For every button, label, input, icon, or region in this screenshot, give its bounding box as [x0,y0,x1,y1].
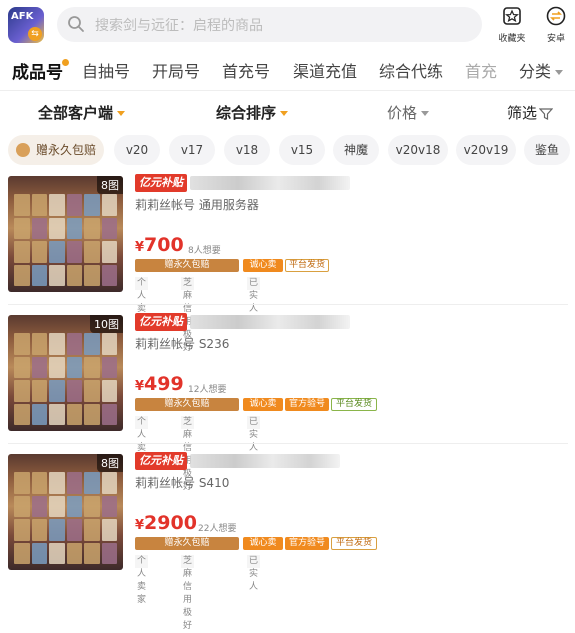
sincere-badge: 诚心卖 [243,398,283,411]
chevron-down-icon [421,111,430,116]
tab-self-draw[interactable]: 自抽号 [82,58,130,82]
tag-v18[interactable]: v18 [224,135,270,165]
tag-v17[interactable]: v17 [169,135,215,165]
seller-tag: 已实人 [247,416,261,453]
listing-item[interactable]: 8图 亿元补贴 莉莉丝帐号 通用服务器 ¥700 8人想要 赠永久包赔 诚心卖 … [8,174,568,353]
blurred-title [190,454,340,468]
listing-item[interactable]: 10图 亿元补贴 莉莉丝帐号 S236 ¥499 12人想要 赠永久包赔 诚心卖… [8,313,568,492]
platform-ship-badge: 平台发货 [331,537,377,550]
tag-v20v19[interactable]: v20v19 [456,135,516,165]
insurance-badge: 赠永久包赔 [135,398,239,411]
search-input[interactable] [93,7,477,44]
listing-price: ¥700 [135,234,184,256]
star-box-icon [503,7,521,25]
want-count: 22人想要 [198,524,237,534]
client-filter[interactable]: 全部客户端 [38,102,126,123]
funnel-icon [538,107,554,120]
seller-tag: 芝麻信用极好 [181,416,195,492]
category-tabs: 成品号 自抽号 开局号 首充号 渠道充值 综合代练 首充 分类 [0,52,575,86]
tab-first-charge-2[interactable]: 首充 [465,58,497,82]
subsidy-badge: 亿元补贴 [135,313,187,331]
tag-v20[interactable]: v20 [114,135,160,165]
seller-tag: 已实人 [247,555,261,592]
favorites-label: 收藏夹 [498,34,526,44]
listing-thumbnail[interactable]: 8图 [8,176,123,292]
tab-finished-account[interactable]: 成品号 [12,58,69,83]
search-icon [68,16,84,32]
platform-switch-icon [546,6,566,26]
tag-v15[interactable]: v15 [279,135,325,165]
top-bar: AFK ⇆ 收藏夹 安卓 [0,0,575,50]
price-filter[interactable]: 价格 [387,102,430,123]
seller-tag: 个人卖家 [135,277,149,327]
blurred-title [190,176,350,190]
official-check-badge: 官方验号 [285,537,329,550]
sort-filter[interactable]: 综合排序 [216,102,289,123]
subsidy-badge: 亿元补贴 [135,452,187,470]
search-bar[interactable] [57,7,482,44]
image-count: 8图 [97,176,123,194]
tag-v20v18[interactable]: v20v18 [388,135,448,165]
shield-icon [15,142,30,157]
tag-shenmo[interactable]: 神魔 [333,135,379,165]
tab-starter[interactable]: 开局号 [152,58,200,82]
image-count: 10图 [90,315,123,333]
seller-tag: 个人卖家 [135,416,149,466]
image-count: 8图 [97,454,123,472]
listing-title: 莉莉丝帐号 S236 [135,337,230,351]
insurance-badge: 赠永久包赔 [135,259,239,272]
platform-label: 安卓 [546,34,565,44]
category-menu-button[interactable]: 分类 [519,58,563,82]
listing-title: 莉莉丝帐号 通用服务器 [135,198,259,212]
tag-filters: 赠永久包赔 v20 v17 v18 v15 神魔 v20v18 v20v19 鉴… [0,135,575,165]
chevron-down-icon [117,111,126,116]
tag-insurance[interactable]: 赠永久包赔 [8,135,104,165]
seller-tag: 个人卖家 [135,555,149,605]
sincere-badge: 诚心卖 [243,259,283,272]
listing-title: 莉莉丝帐号 S410 [135,476,230,490]
platform-switch-button[interactable]: 安卓 [539,6,573,44]
seller-tag: 芝麻信用极好 [181,555,195,631]
tab-channel-recharge[interactable]: 渠道充值 [293,58,357,82]
filter-button[interactable]: 筛选 [507,102,554,123]
insurance-badge: 赠永久包赔 [135,537,239,550]
seller-tag: 已实人 [247,277,261,314]
chevron-down-icon [555,70,563,75]
platform-ship-badge: 平台发货 [331,398,377,411]
listing-item[interactable]: 8图 亿元补贴 莉莉丝帐号 S410 ¥2900 22人想要 赠永久包赔 诚心卖… [8,452,568,631]
listing-thumbnail[interactable]: 8图 [8,454,123,570]
switch-icon: ⇆ [28,27,42,41]
official-check-badge: 官方验号 [285,398,329,411]
sincere-badge: 诚心卖 [243,537,283,550]
favorites-button[interactable]: 收藏夹 [495,6,529,44]
divider [0,90,575,91]
filter-bar: 全部客户端 综合排序 价格 筛选 [0,96,575,128]
tab-first-charge[interactable]: 首充号 [222,58,270,82]
subsidy-badge: 亿元补贴 [135,174,187,192]
tab-boosting[interactable]: 综合代练 [379,58,443,82]
platform-ship-badge: 平台发货 [285,259,329,272]
tag-jianyu[interactable]: 鉴鱼 [524,135,570,165]
divider [8,443,568,444]
want-count: 12人想要 [188,385,227,395]
want-count: 8人想要 [188,246,221,256]
divider [8,304,568,305]
listing-price: ¥2900 [135,512,197,534]
listing-price: ¥499 [135,373,184,395]
blurred-title [190,315,350,329]
chevron-down-icon [280,111,289,116]
seller-tag: 芝麻信用极好 [181,277,195,353]
listing-thumbnail[interactable]: 10图 [8,315,123,431]
app-logo-icon[interactable]: AFK ⇆ [8,7,44,43]
